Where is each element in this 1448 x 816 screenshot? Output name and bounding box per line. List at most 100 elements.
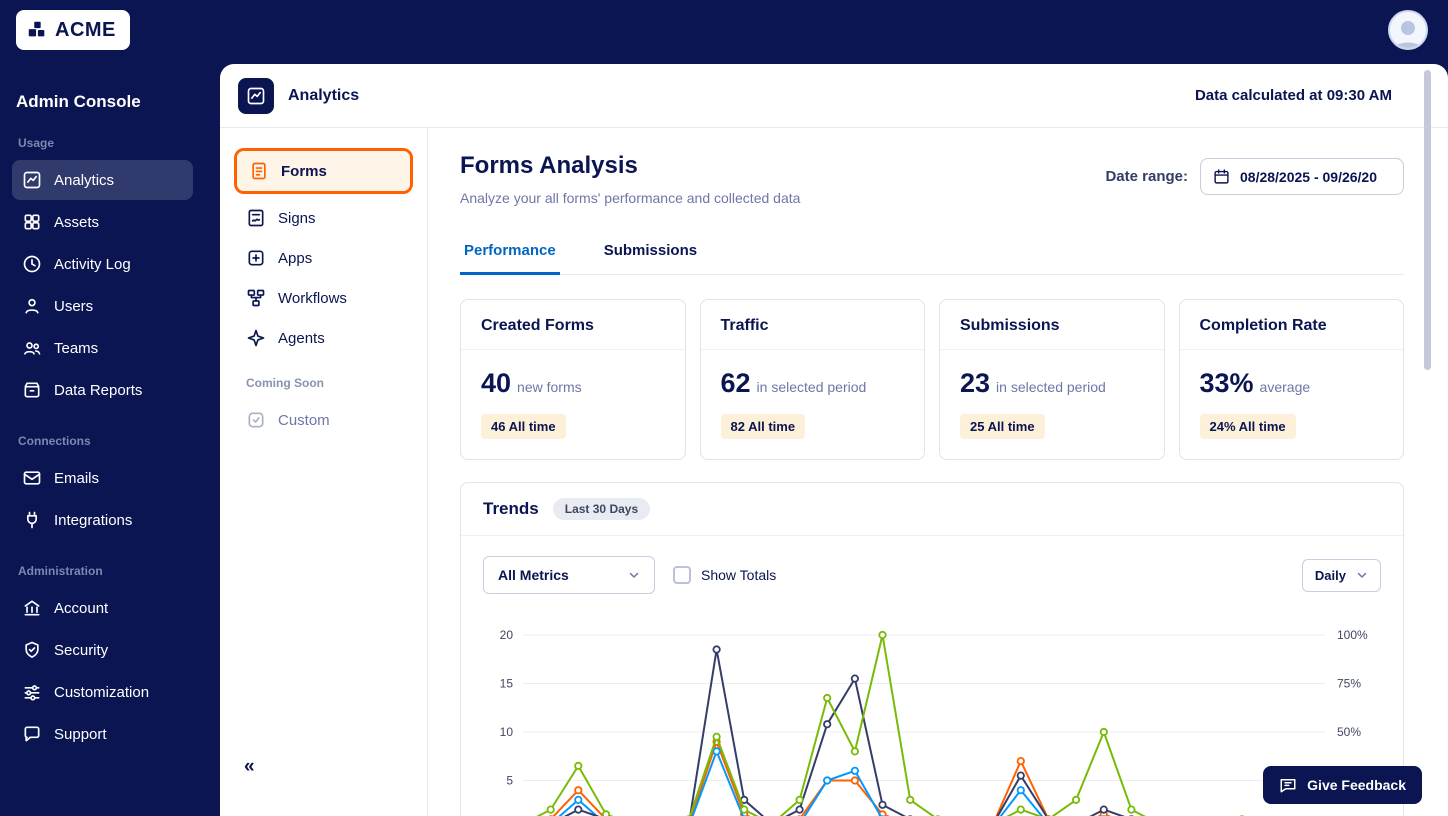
stat-title: Traffic (700, 300, 924, 350)
page-title: Forms Analysis (460, 152, 638, 179)
sidebar-item-support[interactable]: Support (12, 714, 193, 754)
stat-title: Completion Rate (1179, 300, 1403, 350)
stat-value: 33% (1199, 368, 1254, 398)
coming-soon-label: Coming Soon (246, 376, 324, 390)
chevron-down-icon (628, 569, 640, 581)
give-feedback-label: Give Feedback (1307, 777, 1406, 793)
interval-select-value: Daily (1314, 567, 1346, 583)
stat-alltime-badge: 82 All time (720, 414, 806, 439)
sidebar-item-label: Integrations (54, 511, 133, 529)
data-reports-icon (22, 380, 42, 400)
analysis-tabs: Performance Submissions (460, 232, 1404, 275)
section-label-administration: Administration (18, 564, 103, 578)
users-icon (22, 296, 42, 316)
main-panel: Analytics Data calculated at 09:30 AM Fo… (220, 64, 1448, 816)
topbar: ACME (0, 0, 1448, 60)
stat-card-traffic: Traffic 62 in selected period 82 All time (699, 299, 925, 460)
custom-icon (246, 410, 266, 430)
nav-item-agents[interactable]: Agents (234, 318, 413, 358)
show-totals-checkbox[interactable] (673, 566, 691, 584)
user-avatar[interactable] (1388, 10, 1428, 50)
stat-card-submissions: Submissions 23 in selected period 25 All … (939, 299, 1165, 460)
metrics-select[interactable]: All Metrics (483, 556, 655, 594)
assets-icon (22, 212, 42, 232)
stat-value: 40 (481, 368, 512, 398)
calendar-icon (1213, 168, 1230, 185)
analytics-app-icon (238, 77, 274, 114)
nav-item-custom[interactable]: Custom (234, 400, 413, 440)
sidebar-item-label: Support (54, 725, 107, 743)
trends-card: Trends Last 30 Days All Metrics Show Tot… (460, 482, 1404, 816)
svg-text:20: 20 (500, 628, 514, 642)
page-subtitle: Analyze your all forms' performance and … (460, 190, 801, 206)
data-calculated-text: Data calculated at 09:30 AM (1194, 87, 1392, 104)
date-range-picker[interactable]: 08/28/2025 - 09/26/20 (1200, 158, 1404, 195)
nav-item-apps[interactable]: Apps (234, 238, 413, 278)
section-label-connections: Connections (18, 434, 91, 448)
brand-blocks-icon (26, 19, 48, 41)
emails-icon (22, 468, 42, 488)
nav-item-label: Agents (278, 329, 325, 347)
analytics-header: Analytics Data calculated at 09:30 AM (220, 64, 1448, 128)
stat-unit: in selected period (996, 379, 1106, 395)
date-range-value: 08/28/2025 - 09/26/20 (1240, 168, 1378, 185)
sidebar-item-integrations[interactable]: Integrations (12, 500, 193, 540)
sidebar-item-label: Analytics (54, 171, 115, 189)
sidebar-item-analytics[interactable]: Analytics (12, 160, 193, 200)
integrations-icon (22, 510, 42, 530)
stat-unit: new forms (517, 379, 582, 395)
forms-analysis-content: Forms Analysis Analyze your all forms' p… (428, 128, 1448, 816)
sidebar-item-customization[interactable]: Customization (12, 672, 193, 712)
stat-unit: average (1259, 379, 1311, 395)
sidebar-item-assets[interactable]: Assets (12, 202, 193, 242)
app-title: Analytics (288, 86, 360, 104)
tab-performance[interactable]: Performance (460, 232, 560, 275)
stat-alltime-badge: 46 All time (481, 414, 566, 439)
admin-sidebar: Admin Console Usage Analytics Assets Act… (0, 60, 205, 816)
show-totals-toggle[interactable]: Show Totals (673, 566, 776, 584)
collapse-nav-icon[interactable]: « (244, 756, 255, 778)
stat-value: 62 (720, 368, 751, 398)
sidebar-item-data-reports[interactable]: Data Reports (12, 370, 193, 410)
trends-period-badge: Last 30 Days (552, 498, 651, 520)
nav-item-label: Workflows (278, 289, 347, 307)
nav-item-workflows[interactable]: Workflows (234, 278, 413, 318)
support-chat-icon (22, 724, 42, 744)
svg-text:5: 5 (506, 774, 513, 788)
trends-title: Trends (483, 499, 539, 518)
interval-select[interactable]: Daily (1301, 558, 1381, 592)
give-feedback-button[interactable]: Give Feedback (1263, 766, 1422, 804)
sidebar-item-label: Users (54, 297, 94, 315)
nav-item-forms[interactable]: Forms (237, 151, 410, 191)
feedback-chat-icon (1280, 779, 1296, 793)
sidebar-item-security[interactable]: Security (12, 630, 193, 670)
nav-item-signs[interactable]: Signs (234, 198, 413, 238)
svg-text:15: 15 (500, 677, 514, 691)
stat-alltime-badge: 24% All time (1199, 414, 1296, 439)
brand-name: ACME (55, 18, 116, 41)
sidebar-item-label: Security (54, 641, 109, 659)
stat-card-completion-rate: Completion Rate 33% average 24% All time (1178, 299, 1404, 460)
brand-logo[interactable]: ACME (16, 10, 130, 50)
forms-focus-ring: Forms (234, 148, 413, 194)
sidebar-item-label: Emails (54, 469, 100, 487)
main-scrollbar[interactable] (1424, 70, 1431, 370)
metrics-select-value: All Metrics (498, 567, 569, 583)
sidebar-item-activity-log[interactable]: Activity Log (12, 244, 193, 284)
tab-submissions[interactable]: Submissions (600, 232, 701, 274)
sidebar-item-account[interactable]: Account (12, 588, 193, 628)
apps-icon (246, 248, 266, 268)
sidebar-item-emails[interactable]: Emails (12, 458, 193, 498)
account-icon (22, 598, 42, 618)
sidebar-item-users[interactable]: Users (12, 286, 193, 326)
sidebar-item-label: Data Reports (54, 381, 143, 399)
workflows-icon (246, 288, 266, 308)
svg-text:50%: 50% (1337, 725, 1361, 739)
trends-line-chart: 20 100% 15 75% 10 50% 5 (461, 600, 1403, 816)
nav-item-label: Forms (281, 162, 327, 180)
stat-card-created-forms: Created Forms 40 new forms 46 All time (460, 299, 686, 460)
stat-unit: in selected period (756, 379, 867, 395)
sidebar-item-teams[interactable]: Teams (12, 328, 193, 368)
sidebar-item-label: Customization (54, 683, 150, 701)
sidebar-title: Admin Console (16, 92, 141, 111)
